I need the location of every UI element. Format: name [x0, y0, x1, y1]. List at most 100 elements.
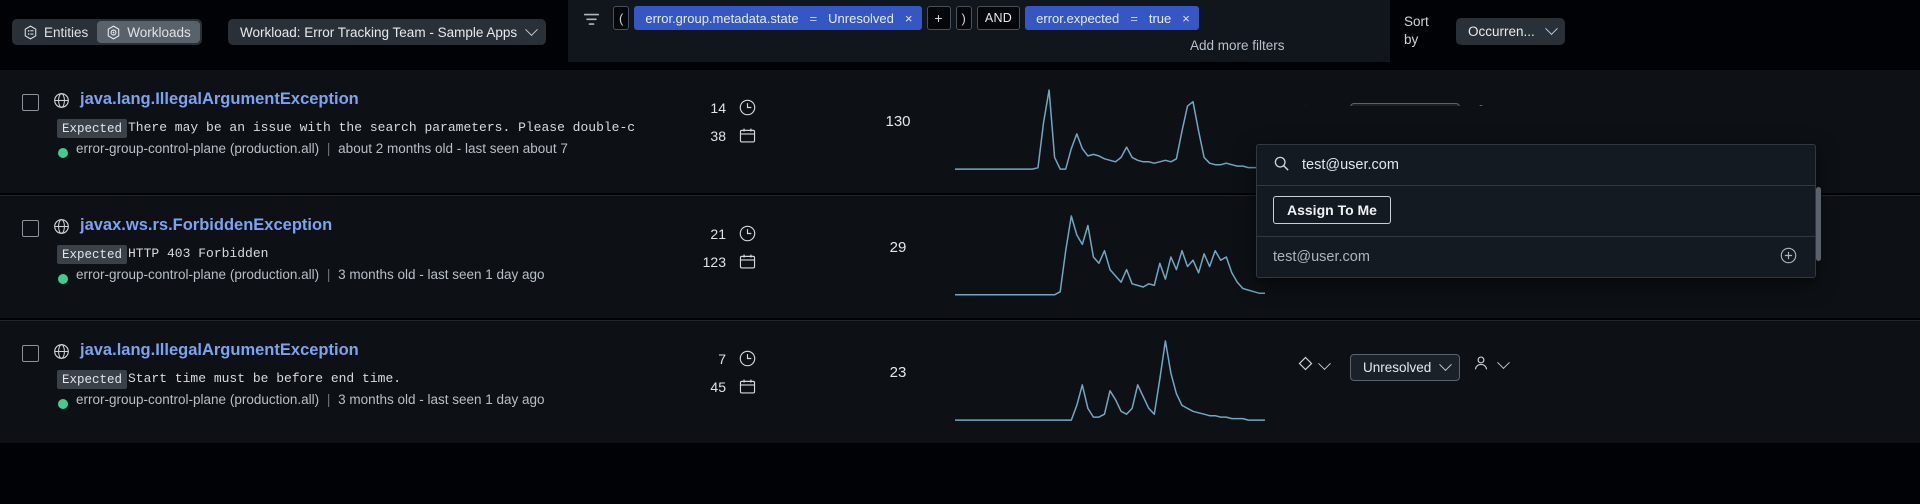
- filter-operator: =: [1130, 10, 1138, 26]
- health-status-dot: [58, 148, 68, 158]
- filter-pill-expected[interactable]: error.expected = true ×: [1025, 6, 1199, 30]
- filter-expression: ( error.group.metadata.state = Unresolve…: [613, 6, 1199, 30]
- sparkline-chart: [955, 337, 1265, 429]
- person-icon: [1472, 354, 1490, 377]
- assign-popup: test@user.com Assign To Me test@user.com: [1256, 144, 1821, 278]
- assign-to-me-button[interactable]: Assign To Me: [1273, 196, 1391, 224]
- age-text: about 2 months old - last seen about 7: [338, 141, 568, 156]
- age-text: 3 months old - last seen 1 day ago: [338, 267, 545, 282]
- filter-pill-state[interactable]: error.group.metadata.state = Unresolved …: [634, 6, 922, 30]
- entity-name: error-group-control-plane (production.al…: [76, 267, 320, 282]
- filter-value: true: [1148, 10, 1172, 26]
- sort-by-line2: by: [1404, 32, 1419, 47]
- assignee-search-field[interactable]: test@user.com: [1257, 145, 1815, 186]
- globe-icon: [53, 92, 70, 114]
- status-badge: Expected: [57, 119, 128, 138]
- filter-remove-icon[interactable]: ×: [1182, 11, 1190, 26]
- assign-to-me-section: Assign To Me: [1257, 186, 1815, 237]
- error-tracking-page: Entities Workloads Workload: Error Track…: [0, 0, 1920, 504]
- status-badge: Expected: [57, 245, 128, 264]
- clock-icon: [738, 224, 757, 248]
- sort-by-label: Sort by: [1404, 13, 1429, 49]
- entity-type-toggle: Entities Workloads: [12, 19, 202, 45]
- meta-divider: |: [326, 267, 331, 282]
- filter-remove-icon[interactable]: ×: [905, 11, 913, 26]
- row-checkbox[interactable]: [22, 94, 39, 111]
- add-condition-button[interactable]: +: [926, 6, 951, 30]
- error-title[interactable]: javax.ws.rs.ForbiddenException: [80, 216, 332, 235]
- sparkline-chart: [955, 86, 1265, 178]
- sort-select-value: Occurren...: [1468, 24, 1535, 39]
- popup-backdrop-strip: [1256, 106, 1816, 144]
- recent-count: 14: [710, 100, 726, 116]
- workload-select-value: Workload: Error Tracking Team - Sample A…: [240, 24, 518, 40]
- row-meta: error-group-control-plane (production.al…: [76, 267, 545, 282]
- meta-divider: |: [326, 392, 331, 407]
- calendar-icon: [738, 377, 757, 401]
- error-title[interactable]: java.lang.IllegalArgumentException: [80, 341, 359, 360]
- occurrence-count: 29: [889, 239, 907, 256]
- row-checkbox[interactable]: [22, 220, 39, 237]
- chevron-down-icon: [525, 22, 538, 36]
- segment-entities[interactable]: Entities: [14, 21, 97, 43]
- error-message: HTTP 403 Forbidden: [128, 246, 269, 261]
- assignee-option[interactable]: test@user.com: [1257, 237, 1815, 277]
- health-status-dot: [58, 399, 68, 409]
- row-meta: error-group-control-plane (production.al…: [76, 392, 545, 407]
- workloads-icon: [106, 25, 121, 40]
- occurrence-count: 130: [885, 113, 911, 130]
- sort-by-line1: Sort: [1404, 14, 1429, 29]
- occurrence-count: 23: [889, 364, 907, 381]
- chevron-down-icon: [1544, 22, 1558, 36]
- total-count: 38: [710, 128, 726, 144]
- total-count: 123: [702, 254, 726, 270]
- table-row[interactable]: java.lang.IllegalArgumentException Expec…: [0, 320, 1920, 443]
- filter-icon[interactable]: [582, 10, 601, 34]
- error-title[interactable]: java.lang.IllegalArgumentException: [80, 90, 359, 109]
- top-toolbar: Entities Workloads Workload: Error Track…: [0, 0, 1920, 70]
- sort-select[interactable]: Occurren...: [1456, 18, 1565, 45]
- health-status-dot: [58, 274, 68, 284]
- clock-icon: [738, 98, 757, 122]
- chevron-down-icon: [1439, 358, 1453, 372]
- assignee-select[interactable]: [1472, 354, 1510, 377]
- entity-name: error-group-control-plane (production.al…: [76, 392, 320, 407]
- row-checkbox[interactable]: [22, 345, 39, 362]
- assignee-search-value: test@user.com: [1302, 157, 1399, 173]
- status-badge: Expected: [57, 370, 128, 389]
- row-meta: error-group-control-plane (production.al…: [76, 141, 568, 156]
- sparkline-chart: [955, 212, 1265, 304]
- status-value: Unresolved: [1363, 360, 1432, 375]
- calendar-icon: [738, 126, 757, 150]
- filter-field: error.group.metadata.state: [645, 10, 799, 26]
- segment-workloads[interactable]: Workloads: [97, 21, 200, 43]
- segment-entities-label: Entities: [44, 24, 89, 40]
- close-icon[interactable]: [1916, 32, 1920, 63]
- meta-divider: |: [326, 141, 331, 156]
- globe-icon: [53, 343, 70, 365]
- close-paren[interactable]: ): [955, 6, 972, 30]
- logic-operator-and[interactable]: AND: [976, 6, 1021, 30]
- globe-icon: [53, 218, 70, 240]
- diamond-icon: [1298, 356, 1313, 376]
- filter-field: error.expected: [1036, 10, 1120, 26]
- filter-operator: =: [809, 10, 818, 26]
- priority-select[interactable]: [1298, 356, 1331, 376]
- error-message: Start time must be before end time.: [128, 371, 402, 386]
- filter-value: Unresolved: [828, 10, 894, 26]
- open-paren[interactable]: (: [613, 6, 630, 30]
- workload-select[interactable]: Workload: Error Tracking Team - Sample A…: [228, 19, 547, 45]
- recent-count: 7: [718, 351, 726, 367]
- calendar-icon: [738, 252, 757, 276]
- status-select[interactable]: Unresolved: [1350, 354, 1461, 381]
- chevron-down-icon: [1318, 356, 1331, 370]
- entities-icon: [23, 25, 38, 40]
- entity-name: error-group-control-plane (production.al…: [76, 141, 320, 156]
- add-more-filters[interactable]: Add more filters: [1190, 38, 1285, 53]
- plus-circle-icon[interactable]: [1779, 246, 1798, 269]
- clock-icon: [738, 349, 757, 373]
- total-count: 45: [710, 379, 726, 395]
- popup-scrollbar[interactable]: [1816, 187, 1821, 261]
- chevron-down-icon: [1497, 356, 1510, 370]
- search-icon: [1273, 155, 1290, 176]
